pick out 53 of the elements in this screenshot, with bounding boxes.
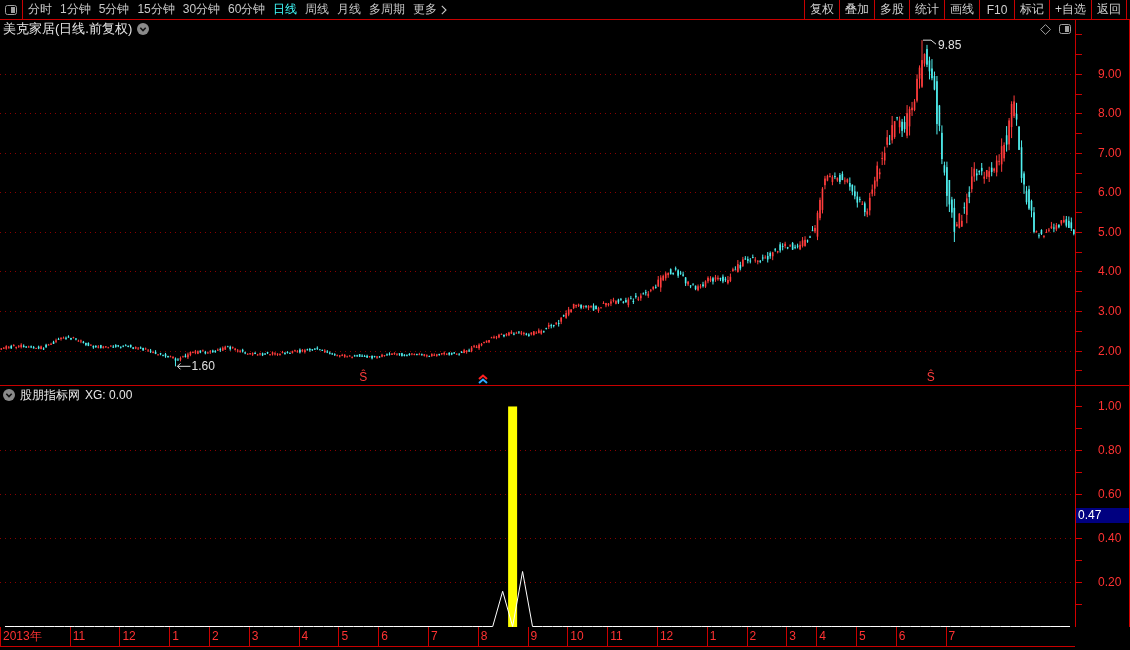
time-axis-label: 3	[786, 627, 796, 646]
time-axis-label: 6	[895, 627, 906, 646]
indicator-readout: XG: 0.00	[85, 388, 133, 402]
axis-label: 0.40	[1098, 531, 1122, 546]
period-tab[interactable]: 30分钟	[178, 0, 225, 19]
time-axis-label: 12	[656, 627, 674, 646]
time-axis-label: 6	[378, 627, 388, 646]
time-axis-label: 7	[945, 627, 956, 646]
time-axis-label: 10	[567, 627, 584, 646]
axis-label: 0.60	[1098, 487, 1122, 502]
time-axis-label: 2	[746, 627, 757, 646]
time-axis-label: 9	[527, 627, 538, 646]
cursor-value-label: 0.47	[1076, 508, 1129, 524]
time-axis-label: 4	[298, 627, 309, 646]
axis-label: 4.00	[1098, 264, 1122, 279]
time-axis-label: 4	[816, 627, 826, 646]
axis-label: 0.80	[1098, 443, 1122, 458]
period-tab[interactable]: 多周期	[365, 0, 410, 19]
time-axis-label: 11	[607, 627, 623, 646]
period-tab[interactable]: 周线	[301, 0, 334, 19]
time-axis-label: 8	[477, 627, 488, 646]
time-axis-label: 3	[248, 627, 259, 646]
period-tab[interactable]: 月线	[333, 0, 366, 19]
period-tab[interactable]: 日线	[269, 0, 302, 19]
axis-label: 2.00	[1098, 343, 1122, 358]
period-tab[interactable]: 60分钟	[224, 0, 270, 19]
period-tab[interactable]: 5分钟	[94, 0, 134, 19]
period-tab[interactable]: 更多	[409, 0, 452, 19]
axis-label: 3.00	[1098, 303, 1122, 318]
axis-label: 1.00	[1098, 399, 1122, 414]
time-axis-label: 12	[119, 627, 136, 646]
time-axis-label: 1	[169, 627, 179, 646]
split-panel-icon[interactable]	[5, 4, 17, 15]
time-axis-label: 11	[69, 627, 86, 646]
time-axis-label: 5	[856, 627, 866, 646]
axis-label: 9.00	[1098, 66, 1122, 81]
time-axis-label: 2013年	[0, 627, 42, 646]
time-axis-label: 1	[706, 627, 717, 646]
time-axis-label: 5	[338, 627, 349, 646]
axis-label: 0.20	[1098, 575, 1122, 590]
indicator-name: 股朋指标网	[20, 386, 80, 404]
axis-label: 5.00	[1098, 224, 1122, 239]
chevron-down-circle-icon[interactable]	[3, 389, 15, 401]
time-axis-label: 2	[209, 627, 219, 646]
axis-label: 7.00	[1098, 145, 1122, 160]
chevron-right-icon	[441, 4, 448, 15]
toolbar-button[interactable]: 返回	[1091, 0, 1127, 19]
period-tab[interactable]: 15分钟	[133, 0, 179, 19]
period-tab[interactable]: 分时	[24, 0, 56, 19]
time-axis-label: 7	[428, 627, 438, 646]
axis-label: 6.00	[1098, 185, 1122, 200]
period-tab[interactable]: 1分钟	[56, 0, 95, 19]
axis-label: 8.00	[1098, 106, 1122, 121]
